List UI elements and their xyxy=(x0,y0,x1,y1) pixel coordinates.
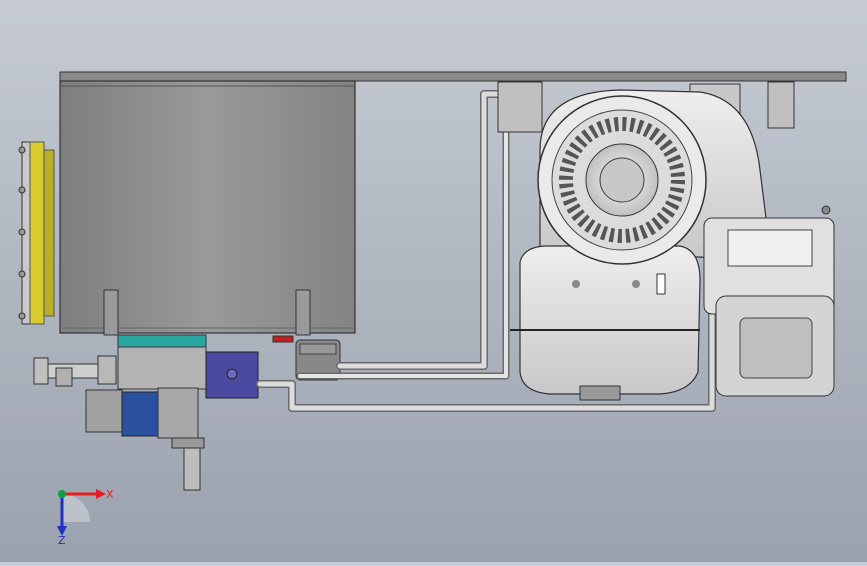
cad-viewport[interactable]: X Z xyxy=(0,0,867,562)
solenoid-valve-stack xyxy=(85,387,205,491)
hydraulic-tank xyxy=(59,80,356,336)
x-axis-label: X xyxy=(106,488,114,501)
triad-origin xyxy=(58,490,66,498)
fuel-tank xyxy=(703,205,835,397)
tank-side-flange xyxy=(18,141,55,325)
x-axis-arrowhead xyxy=(96,489,106,499)
coordinate-triad: X Z xyxy=(57,488,114,547)
model-canvas[interactable] xyxy=(0,0,867,562)
mounting-plate xyxy=(59,71,847,82)
z-axis-label: Z xyxy=(58,534,66,547)
inlet-fittings xyxy=(33,355,117,387)
flywheel-cover xyxy=(537,95,707,265)
